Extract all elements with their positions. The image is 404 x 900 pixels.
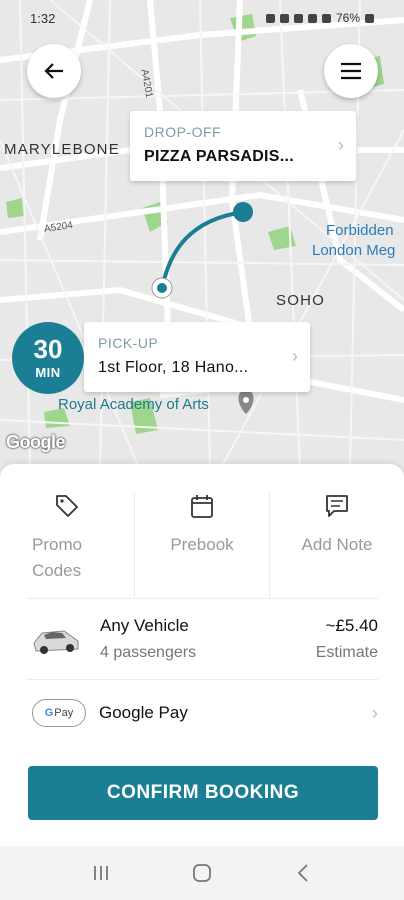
poi-label: Royal Academy of Arts — [58, 396, 209, 413]
prebook-label: Prebook — [170, 535, 234, 554]
calendar-icon — [191, 495, 213, 518]
dropoff-kicker: DROP-OFF — [144, 124, 222, 140]
battery-level: 76% — [335, 11, 360, 25]
map-area-label: MARYLEBONE — [4, 141, 120, 158]
route-line — [160, 210, 244, 289]
poi-label: Forbidden London Meg — [312, 222, 396, 259]
dropoff-card[interactable]: DROP-OFF PIZZA PARSADIS... › — [130, 111, 356, 181]
chevron-right-icon: › — [292, 346, 298, 366]
promo-codes-button[interactable]: Promo Codes — [0, 492, 135, 598]
system-nav-bar — [0, 846, 404, 900]
payment-method-row[interactable]: G Pay Google Pay › — [0, 680, 404, 746]
back-button[interactable] — [27, 44, 81, 98]
menu-button[interactable] — [324, 44, 378, 98]
home-icon — [193, 864, 211, 882]
chevron-right-icon: › — [372, 702, 378, 723]
car-icon — [33, 630, 79, 654]
arrow-left-icon — [44, 63, 63, 79]
recents-icon — [93, 866, 108, 880]
map-area-label: SOHO — [276, 292, 325, 309]
chevron-right-icon: › — [338, 135, 344, 155]
home-button[interactable] — [182, 853, 222, 893]
prebook-button[interactable]: Prebook — [135, 492, 270, 598]
recent-apps-button[interactable] — [81, 853, 121, 893]
signal-icon — [321, 13, 331, 23]
dropoff-address: PIZZA PARSADIS... — [144, 148, 294, 165]
eta-badge: 30 MIN — [12, 322, 84, 394]
status-icons: 76% — [265, 11, 374, 25]
lock-icon — [265, 13, 275, 23]
google-logo: Google — [6, 432, 66, 452]
add-note-label: Add Note — [301, 535, 373, 554]
wifi-icon — [307, 13, 317, 23]
battery-icon — [365, 13, 374, 23]
google-pay-logo: G Pay — [32, 699, 86, 727]
confirm-booking-button[interactable]: CONFIRM BOOKING — [28, 766, 378, 820]
fare-label: Estimate — [315, 644, 378, 661]
vehicle-title: Any Vehicle — [100, 616, 189, 635]
pickup-kicker: PICK-UP — [98, 335, 159, 351]
promo-codes-label: Promo Codes — [32, 535, 83, 580]
eta-value: 30 — [33, 334, 63, 364]
hamburger-icon — [341, 62, 361, 80]
note-icon — [326, 495, 348, 517]
booking-options: Promo Codes Prebook Add Note — [0, 492, 404, 598]
back-nav-button[interactable] — [283, 853, 323, 893]
payment-method-label: Google Pay — [99, 703, 188, 722]
add-note-button[interactable]: Add Note — [270, 492, 404, 598]
booking-sheet: Promo Codes Prebook Add Note Any Vehicle… — [0, 464, 404, 846]
vehicle-info: Any Vehicle 4 passengers — [100, 616, 316, 662]
status-time: 1:32 — [30, 10, 56, 26]
dropoff-marker — [233, 202, 253, 222]
chevron-left-icon — [298, 864, 308, 882]
alarm-icon — [279, 13, 289, 23]
vehicle-row[interactable]: Any Vehicle 4 passengers ~£5.40 Estimate — [0, 599, 404, 679]
status-bar: 1:32 76% — [0, 0, 404, 36]
vehicle-capacity: 4 passengers — [100, 644, 197, 661]
fare-estimate: ~£5.40 Estimate — [316, 616, 378, 662]
mute-icon — [293, 13, 303, 23]
eta-unit: MIN — [35, 365, 61, 380]
pickup-card[interactable]: PICK-UP 1st Floor, 18 Hano... › — [84, 322, 310, 392]
tag-icon — [56, 495, 78, 517]
pickup-address: 1st Floor, 18 Hano... — [98, 359, 249, 376]
fare-price: ~£5.40 — [325, 616, 378, 635]
